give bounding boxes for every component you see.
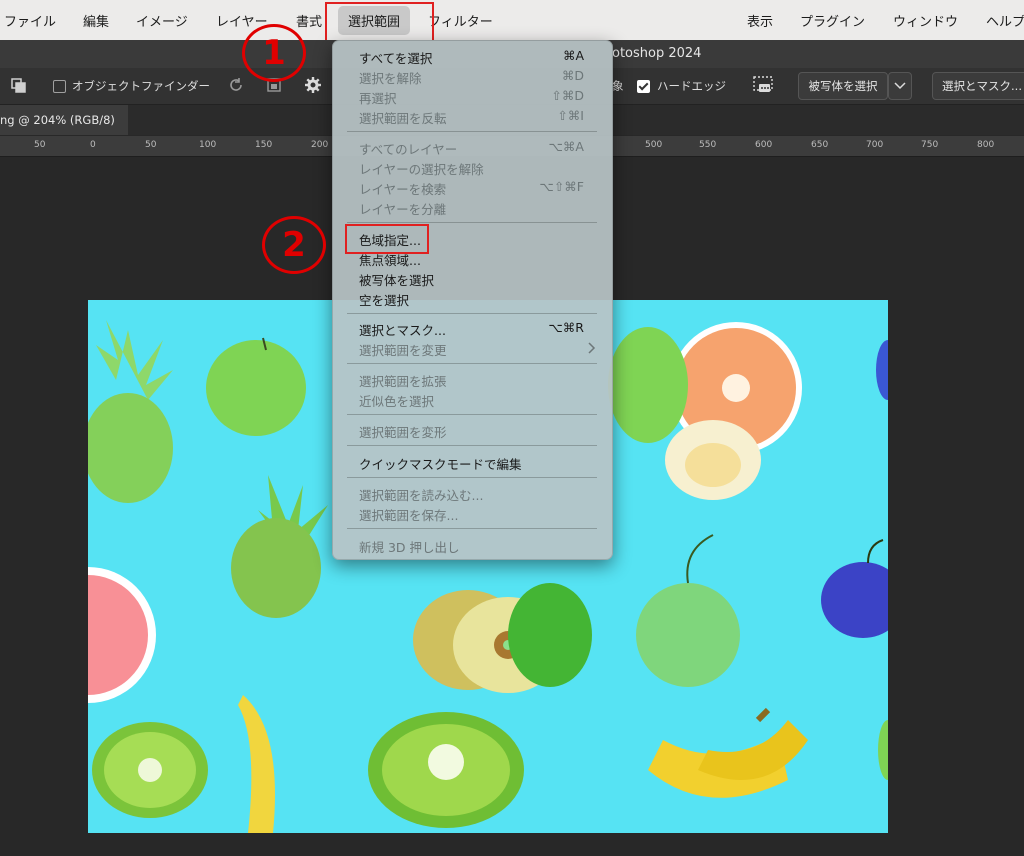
menu-item-quick-mask[interactable]: クイックマスクモードで編集 [359, 454, 522, 473]
plum-icon [876, 340, 888, 400]
selection-mode-icon[interactable] [11, 78, 27, 94]
banana-icon [238, 695, 275, 833]
menu-help[interactable]: ヘルプ [986, 11, 1024, 30]
chevron-right-icon [588, 342, 596, 354]
ruler-label: 50 [34, 140, 46, 150]
menu-plugins[interactable]: プラグイン [800, 11, 865, 30]
menu-item-select-all[interactable]: すべてを選択 [359, 48, 432, 67]
window-title: otoshop 2024 [612, 46, 702, 61]
menu-type[interactable]: 書式 [296, 11, 322, 30]
pineapple-icon [88, 320, 173, 503]
banana-bunch-icon [648, 707, 808, 798]
feedback-icon[interactable] [752, 75, 774, 97]
shortcut-deselect: ⌘D [561, 68, 584, 83]
shortcut-select-all: ⌘A [562, 48, 584, 63]
shortcut-inverse: ⇧⌘I [557, 108, 584, 123]
menu-item-inverse: 選択範囲を反転 [359, 111, 447, 126]
ruler-label: 700 [866, 140, 884, 150]
menu-filter[interactable]: フィルター [428, 11, 493, 30]
ruler-label: 550 [699, 140, 717, 150]
ruler-label: 150 [255, 140, 273, 150]
ruler-label: 750 [921, 140, 939, 150]
menu-item-modify: 選択範囲を変更 [359, 343, 447, 358]
refresh-icon[interactable] [228, 77, 244, 93]
menu-file[interactable]: ファイル [4, 11, 56, 30]
select-and-mask-button[interactable]: 選択とマスク... [932, 72, 1024, 100]
select-menu-dropdown: すべてを選択 ⌘A 選択を解除 ⌘D 再選択 ⇧⌘D 選択範囲を反転 ⇧⌘I す… [332, 40, 613, 560]
green-apple-icon [636, 534, 740, 687]
menu-image[interactable]: イメージ [136, 11, 188, 30]
menu-item-select-subject[interactable]: 被写体を選択 [359, 270, 434, 289]
object-finder-label: オブジェクトファインダー [72, 79, 210, 93]
hard-edge-checkbox[interactable] [637, 80, 650, 93]
menu-item-save-selection: 選択範囲を保存... [359, 508, 459, 523]
menu-item-reselect: 再選択 [359, 91, 397, 106]
object-finder-checkbox[interactable] [53, 80, 66, 93]
pineapple-icon [231, 475, 328, 618]
menu-item-select-and-mask[interactable]: 選択とマスク... [359, 320, 446, 339]
menu-separator [347, 477, 597, 478]
ruler-label: 50 [145, 140, 157, 150]
menu-separator [347, 313, 597, 314]
menu-item-isolate-layers: レイヤーを分離 [359, 202, 447, 217]
menu-item-sky[interactable]: 空を選択 [359, 290, 409, 309]
ruler-label: 0 [90, 140, 96, 150]
menu-separator [347, 222, 597, 223]
kiwi-icon [92, 722, 208, 818]
grapefruit-icon [88, 567, 156, 703]
menu-separator [347, 445, 597, 446]
kiwi-icon [368, 712, 524, 828]
menu-separator [347, 414, 597, 415]
green-apple-icon [608, 327, 688, 443]
menu-separator [347, 528, 597, 529]
gear-icon[interactable] [304, 76, 322, 94]
plum-icon [821, 539, 888, 638]
ruler-label: 650 [811, 140, 829, 150]
menu-item-all-layers: すべてのレイヤー [359, 142, 458, 157]
step1-highlight-box [325, 2, 434, 42]
shortcut-find-layers: ⌥⇧⌘F [539, 179, 584, 194]
menu-window[interactable]: ウィンドウ [893, 11, 958, 30]
chevron-down-icon [894, 82, 906, 90]
ruler-label: 500 [645, 140, 663, 150]
shortcut-reselect: ⇧⌘D [551, 88, 584, 103]
green-apple-icon [508, 583, 592, 687]
menu-view[interactable]: 表示 [747, 11, 773, 30]
step1-marker: 1 [242, 24, 306, 82]
menu-item-transform-selection: 選択範囲を変形 [359, 425, 447, 440]
ruler-label: 100 [199, 140, 217, 150]
menu-item-3d-extrusion: 新規 3D 押し出し [359, 540, 460, 555]
select-subject-dropdown[interactable] [888, 72, 912, 100]
menu-edit[interactable]: 編集 [83, 11, 109, 30]
sample-all-layers-label: 象 [612, 79, 624, 93]
menu-item-deselect: 選択を解除 [359, 71, 422, 86]
shortcut-select-and-mask: ⌥⌘R [548, 320, 584, 335]
ruler-label: 800 [977, 140, 995, 150]
menu-item-find-layers: レイヤーを検索 [359, 182, 447, 197]
step2-marker: 2 [262, 216, 326, 274]
green-apple-icon [206, 337, 306, 436]
ruler-label: 200 [311, 140, 329, 150]
menu-item-similar: 近似色を選択 [359, 394, 435, 409]
menu-item-load-selection: 選択範囲を読み込む... [359, 488, 484, 503]
menu-separator [347, 131, 597, 132]
menu-separator [347, 363, 597, 364]
menu-item-grow: 選択範囲を拡張 [359, 374, 447, 389]
hard-edge-label: ハードエッジ [657, 79, 726, 93]
step2-highlight-box [345, 224, 429, 254]
select-subject-button[interactable]: 被写体を選択 [798, 72, 888, 100]
ruler-label: 600 [755, 140, 773, 150]
menu-bar: ファイル 編集 イメージ レイヤー 書式 選択範囲 フィルター 表示 プラグイン… [0, 0, 1024, 40]
document-tab[interactable]: ng @ 204% (RGB/8) [0, 105, 128, 135]
menu-item-deselect-layers: レイヤーの選択を解除 [359, 162, 484, 177]
apple-slice-icon [665, 420, 761, 500]
shortcut-all-layers: ⌥⌘A [548, 139, 584, 154]
green-apple-icon [878, 720, 888, 780]
